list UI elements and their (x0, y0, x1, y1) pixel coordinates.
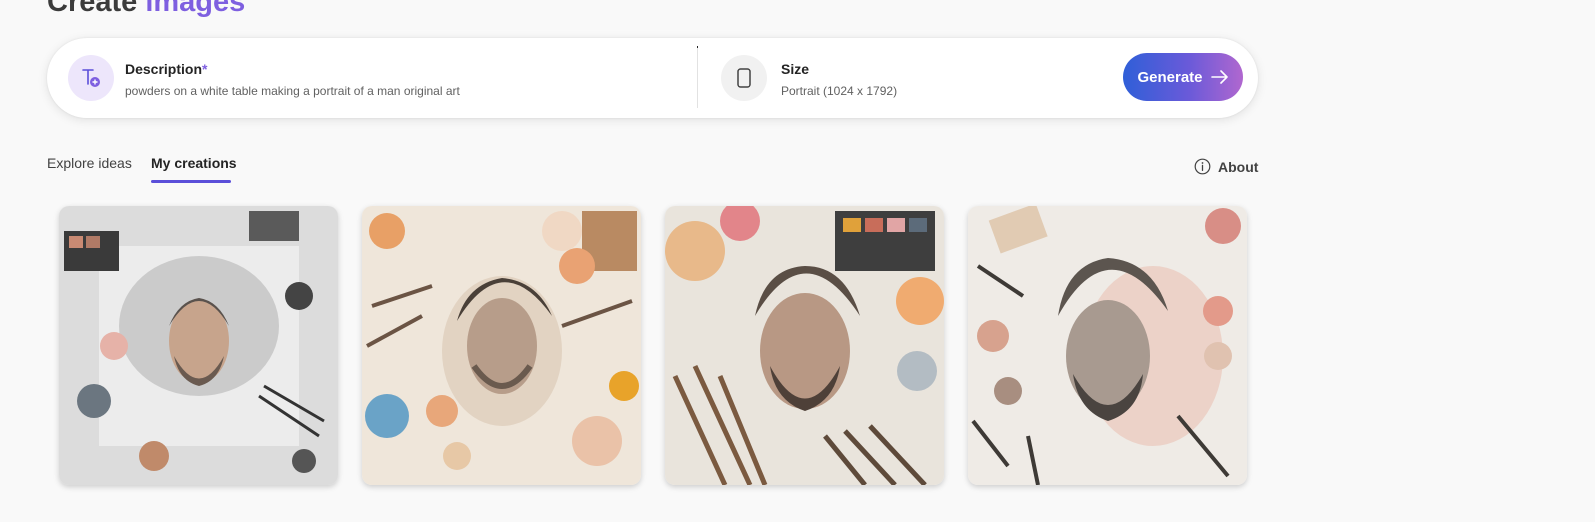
tab-explore-ideas[interactable]: Explore ideas (47, 155, 132, 171)
tab-my-creations[interactable]: My creations (151, 155, 237, 171)
generated-image-card[interactable] (362, 206, 641, 485)
info-icon (1194, 158, 1211, 175)
portrait-phone-icon[interactable] (721, 55, 767, 101)
size-label: Size (781, 61, 810, 77)
about-link[interactable]: About (1194, 158, 1258, 175)
description-label: Description* (125, 61, 208, 77)
text-add-icon[interactable] (68, 55, 114, 101)
generated-image (59, 206, 338, 485)
field-divider (697, 48, 698, 108)
generated-image (968, 206, 1247, 485)
generated-image-card[interactable] (968, 206, 1247, 485)
page-title-main: Create (47, 0, 146, 18)
prompt-bar: Description* powders on a white table ma… (47, 38, 1258, 118)
about-label: About (1218, 158, 1259, 175)
generate-label: Generate (1137, 68, 1203, 86)
generated-image (362, 206, 641, 485)
active-tab-indicator (151, 180, 231, 183)
generated-image-card[interactable] (59, 206, 338, 485)
generated-image (665, 206, 944, 485)
arrow-right-icon (1210, 70, 1228, 84)
generate-button[interactable]: Generate (1123, 53, 1243, 101)
required-mark: * (202, 61, 208, 77)
description-input[interactable]: powders on a white table making a portra… (125, 84, 460, 98)
size-select[interactable]: Portrait (1024 x 1792) (781, 84, 897, 98)
page-title: Create images (47, 0, 245, 19)
generated-image-card[interactable] (665, 206, 944, 485)
page-title-accent: images (145, 0, 246, 18)
